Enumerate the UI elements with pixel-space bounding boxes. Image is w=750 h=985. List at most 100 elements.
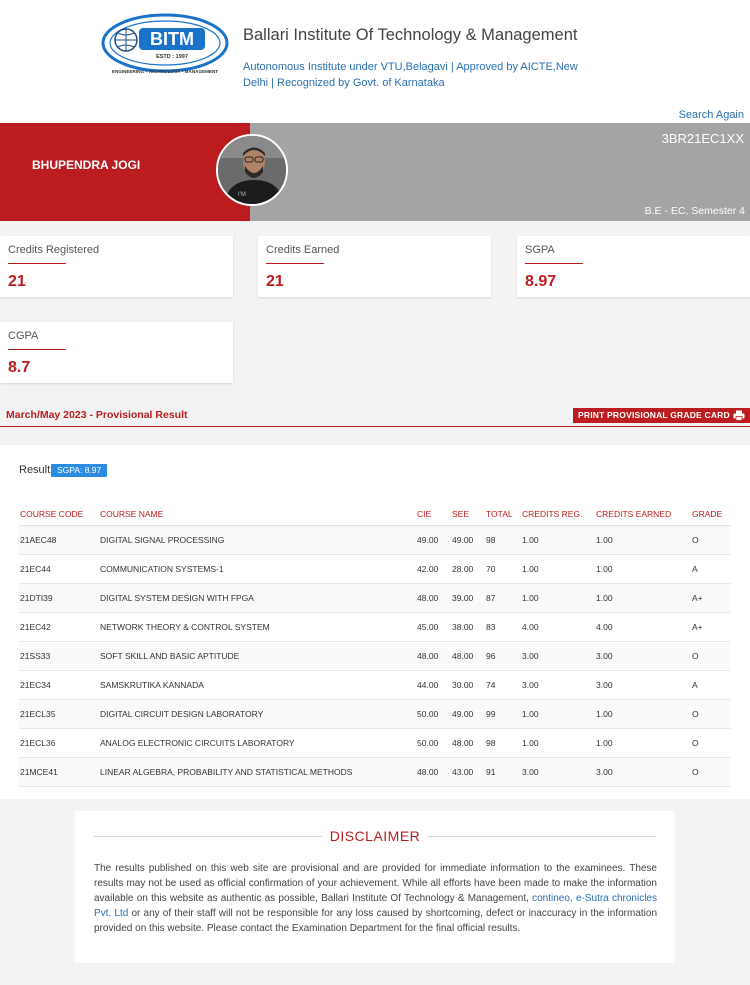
sgpa-value: 8.97 <box>525 273 557 290</box>
see-marks: 49.00 <box>452 525 486 555</box>
column-header: COURSE NAME <box>98 499 417 526</box>
course-code: 21SS33 <box>19 641 98 671</box>
course-code: 21EC42 <box>19 612 98 642</box>
course-code: 21ECL36 <box>19 728 98 758</box>
see-marks: 43.00 <box>452 757 486 787</box>
credits-earned: 1.00 <box>596 583 692 613</box>
total-marks: 83 <box>486 612 522 642</box>
exam-title: March/May 2023 - Provisional Result <box>6 409 188 421</box>
table-header-row: COURSE CODE COURSE NAME CIE SEE TOTAL CR… <box>19 499 731 526</box>
total-marks: 74 <box>486 670 522 700</box>
column-header: COURSE CODE <box>19 499 98 526</box>
grade: A <box>692 670 731 700</box>
course-name: COMMUNICATION SYSTEMS-1 <box>98 554 417 584</box>
card-underline <box>525 263 583 264</box>
cie-marks: 50.00 <box>417 728 452 758</box>
cie-marks: 48.00 <box>417 583 452 613</box>
see-marks: 38.00 <box>452 612 486 642</box>
grade: A <box>692 554 731 584</box>
credits-registered: 1.00 <box>522 525 596 555</box>
sgpa-label: SGPA <box>525 244 555 256</box>
student-program: B.E - EC, Semester 4 <box>644 205 745 217</box>
disclaimer-box: DISCLAIMER The results published on this… <box>75 811 675 963</box>
course-name: DIGITAL SYSTEM DESIGN WITH FPGA <box>98 583 417 613</box>
table-row: 21MCE41 LINEAR ALGEBRA, PROBABILITY AND … <box>19 757 731 787</box>
institute-name: Ballari Institute Of Technology & Manage… <box>243 26 578 44</box>
credits-earned: 3.00 <box>596 670 692 700</box>
logo-motto: ENGINEERING • TECHNOLOGY • MANAGEMENT <box>112 69 218 74</box>
course-name: DIGITAL SIGNAL PROCESSING <box>98 525 417 555</box>
credits-registered: 3.00 <box>522 670 596 700</box>
see-marks: 48.00 <box>452 728 486 758</box>
course-name: DIGITAL CIRCUIT DESIGN LABORATORY <box>98 699 417 729</box>
grade: O <box>692 699 731 729</box>
print-button-label: PRINT PROVISIONAL GRADE CARD <box>578 410 730 420</box>
course-name: SAMSKRUTIKA KANNADA <box>98 670 417 700</box>
total-marks: 70 <box>486 554 522 584</box>
disclaimer-text: The results published on this web site a… <box>94 861 657 936</box>
student-usn: 3BR21EC1XX <box>661 131 744 146</box>
course-code: 21DTI39 <box>19 583 98 613</box>
see-marks: 39.00 <box>452 583 486 613</box>
table-row: 21ECL35 DIGITAL CIRCUIT DESIGN LABORATOR… <box>19 699 731 729</box>
cgpa-card: CGPA 8.7 <box>0 322 233 383</box>
course-name: NETWORK THEORY & CONTROL SYSTEM <box>98 612 417 642</box>
avatar: I'M <box>216 134 288 206</box>
see-marks: 48.00 <box>452 641 486 671</box>
grade: O <box>692 641 731 671</box>
course-code: 21EC34 <box>19 670 98 700</box>
credits-earned: 4.00 <box>596 612 692 642</box>
table-row: 21EC42 NETWORK THEORY & CONTROL SYSTEM 4… <box>19 612 731 642</box>
exam-divider <box>0 426 750 427</box>
cie-marks: 45.00 <box>417 612 452 642</box>
credits-registered-label: Credits Registered <box>8 244 100 256</box>
sgpa-badge: SGPA: 8.97 <box>51 464 108 477</box>
cgpa-label: CGPA <box>8 330 39 342</box>
course-code: 21EC44 <box>19 554 98 584</box>
credits-earned-label: Credits Earned <box>266 244 340 256</box>
course-code: 21AEC48 <box>19 525 98 555</box>
disclaimer-text-after: or any of their staff will not be respon… <box>94 908 658 934</box>
table-row: 21EC34 SAMSKRUTIKA KANNADA 44.00 30.00 7… <box>19 670 731 700</box>
credits-earned: 1.00 <box>596 699 692 729</box>
print-grade-card-button[interactable]: PRINT PROVISIONAL GRADE CARD <box>573 408 750 423</box>
card-underline <box>8 263 66 264</box>
banner-grey-panel: 3BR21EC1XX B.E - EC, Semester 4 <box>250 123 750 221</box>
total-marks: 98 <box>486 525 522 555</box>
results-table: COURSE CODE COURSE NAME CIE SEE TOTAL CR… <box>19 499 731 787</box>
grade: A+ <box>692 583 731 613</box>
cie-marks: 44.00 <box>417 670 452 700</box>
svg-text:I'M: I'M <box>238 192 246 198</box>
table-row: 21ECL36 ANALOG ELECTRONIC CIRCUITS LABOR… <box>19 728 731 758</box>
divider <box>427 836 656 837</box>
credits-registered: 3.00 <box>522 641 596 671</box>
header-strip <box>0 108 750 123</box>
profile-banner: BHUPENDRA JOGI 3BR21EC1XX B.E - EC, Seme… <box>0 123 750 221</box>
logo-estd: ESTD : 1997 <box>156 54 188 60</box>
table-row: 21EC44 COMMUNICATION SYSTEMS-1 42.00 28.… <box>19 554 731 584</box>
table-row: 21AEC48 DIGITAL SIGNAL PROCESSING 49.00 … <box>19 525 731 555</box>
credits-registered-value: 21 <box>8 273 26 290</box>
bitm-logo[interactable]: BITM ESTD : 1997 ENGINEERING • TECHNOLOG… <box>101 10 229 78</box>
site-header: BITM ESTD : 1997 ENGINEERING • TECHNOLOG… <box>0 0 750 108</box>
printer-icon <box>733 410 745 421</box>
column-header: CREDITS REG. <box>522 499 596 526</box>
credits-registered: 3.00 <box>522 757 596 787</box>
card-underline <box>266 263 324 264</box>
credits-registered: 1.00 <box>522 554 596 584</box>
banner-red-panel: BHUPENDRA JOGI <box>0 123 250 221</box>
search-again-link[interactable]: Search Again <box>679 109 744 121</box>
cie-marks: 48.00 <box>417 757 452 787</box>
column-header: CIE <box>417 499 452 526</box>
credits-registered: 4.00 <box>522 612 596 642</box>
credits-earned-value: 21 <box>266 273 284 290</box>
results-panel: Result SGPA: 8.97 COURSE CODE COURSE NAM… <box>0 445 750 799</box>
result-label: Result <box>19 464 51 476</box>
total-marks: 98 <box>486 728 522 758</box>
card-underline <box>8 349 66 350</box>
avatar-photo-icon: I'M <box>218 136 286 204</box>
cie-marks: 50.00 <box>417 699 452 729</box>
credits-registered: 1.00 <box>522 583 596 613</box>
total-marks: 96 <box>486 641 522 671</box>
grade: O <box>692 525 731 555</box>
